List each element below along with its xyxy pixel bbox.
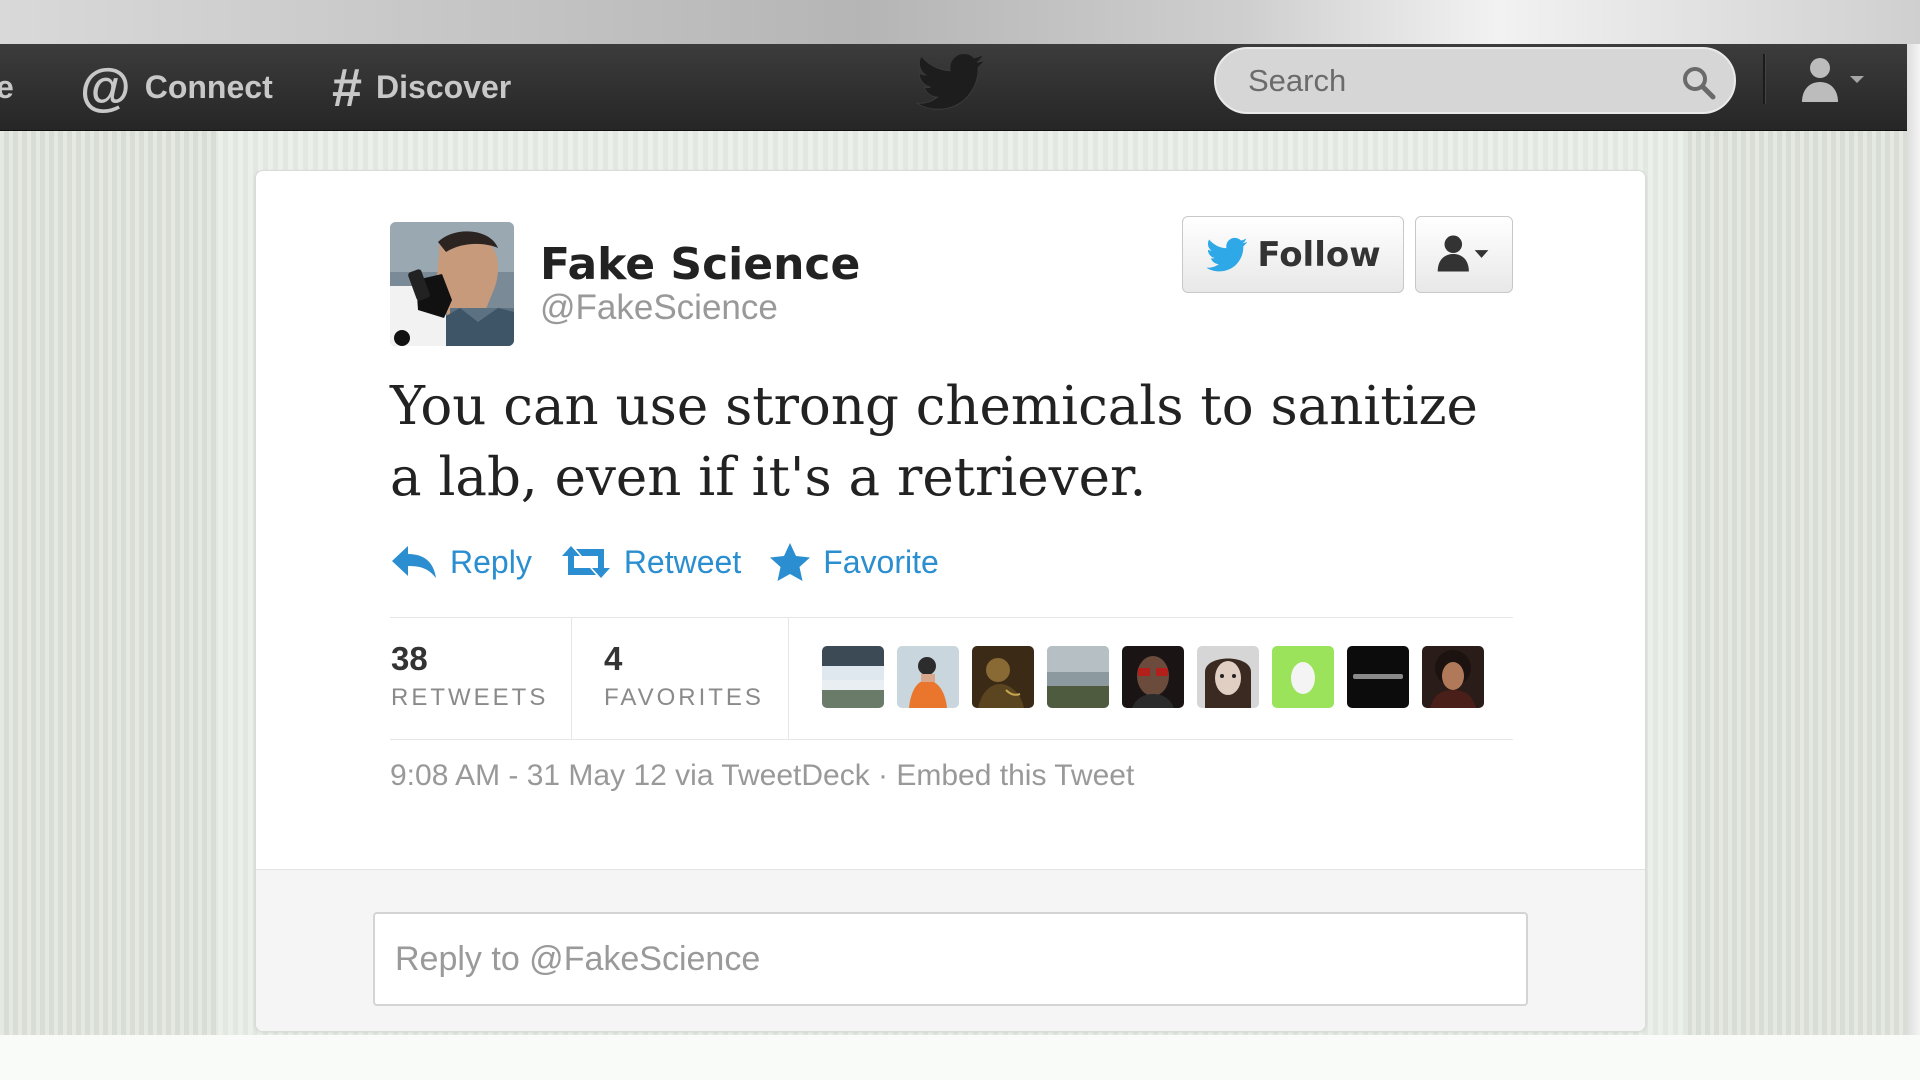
hashtag-icon: # (332, 57, 363, 118)
avatar-red-glasses[interactable] (1122, 646, 1184, 708)
nav-discover-label: Discover (376, 69, 512, 105)
star-icon (770, 543, 811, 581)
avatar-lake[interactable] (1047, 646, 1109, 708)
at-sign-icon: @ (80, 58, 131, 117)
tweet-text: You can use strong chemicals to sanitize… (390, 376, 1478, 508)
bottom-strip (0, 1035, 1920, 1080)
favorites-count: 4 (604, 640, 623, 677)
nav-connect-label: Connect (144, 69, 273, 105)
nav-divider (1763, 54, 1765, 104)
tweet-card: Fake Science @FakeScience Follow You can… (255, 170, 1646, 1032)
reply-arrow-icon (392, 546, 436, 578)
avatar-orange-jacket[interactable] (897, 646, 959, 708)
retweets-count: 38 (391, 640, 428, 677)
tweet-source[interactable]: via TweetDeck (675, 759, 870, 792)
retweet-icon (561, 546, 610, 578)
author-handle[interactable]: @FakeScience (540, 288, 778, 328)
retweet-label: Retweet (623, 543, 742, 580)
reply-input[interactable] (373, 912, 1528, 1006)
retweets-label: RETWEETS (391, 684, 549, 711)
tweet-actions: Reply Retweet Favorite (390, 537, 967, 587)
reply-area (256, 869, 1645, 1031)
avatar-dark-portrait[interactable] (972, 646, 1034, 708)
embed-tweet-link[interactable]: Embed this Tweet (896, 759, 1134, 792)
author-avatar[interactable] (390, 222, 514, 346)
avatar-curly-hair[interactable] (1422, 646, 1484, 708)
search-icon[interactable] (1679, 63, 1719, 103)
reply-label: Reply (450, 543, 532, 580)
nav-home-label: e (0, 69, 14, 105)
follow-button-label: Follow (1257, 234, 1381, 275)
avatar-black[interactable] (1347, 646, 1409, 708)
meta-separator: · (878, 759, 889, 792)
retweets-stat[interactable]: 38 RETWEETS (390, 618, 572, 739)
author-display-name[interactable]: Fake Science (540, 239, 860, 290)
tweet-stats: 38 RETWEETS 4 FAVORITES (390, 617, 1513, 740)
avatar-landscape[interactable] (822, 646, 884, 708)
twitter-bird-logo-icon[interactable] (915, 52, 987, 112)
nav-connect-link[interactable]: @ Connect (80, 44, 273, 131)
favorite-label: Favorite (823, 543, 939, 580)
tweet-timestamp[interactable]: 9:08 AM - 31 May 12 (390, 759, 667, 792)
follow-button[interactable]: Follow (1182, 216, 1404, 293)
favorites-stat[interactable]: 4 FAVORITES (572, 618, 789, 739)
search-input[interactable] (1248, 59, 1648, 103)
browser-top-strip (0, 0, 1920, 44)
avatar-egg[interactable] (1272, 646, 1334, 708)
retweet-button[interactable]: Retweet (560, 544, 741, 581)
favorite-button[interactable]: Favorite (769, 542, 939, 582)
tweet-meta: 9:08 AM - 31 May 12 via TweetDeck · Embe… (390, 759, 1134, 793)
window-edge (1907, 44, 1920, 1035)
account-menu-icon[interactable] (1790, 54, 1870, 106)
nav-home-link[interactable]: e (0, 44, 14, 131)
nav-discover-link[interactable]: # Discover (332, 44, 511, 131)
user-actions-dropdown-icon[interactable] (1415, 216, 1513, 293)
twitter-bird-icon (1206, 237, 1248, 271)
favorites-label: FAVORITES (604, 684, 764, 711)
reply-button[interactable]: Reply (390, 544, 532, 581)
retweeter-avatars (822, 646, 1497, 708)
search-field[interactable] (1214, 47, 1736, 114)
avatar-woman[interactable] (1197, 646, 1259, 708)
